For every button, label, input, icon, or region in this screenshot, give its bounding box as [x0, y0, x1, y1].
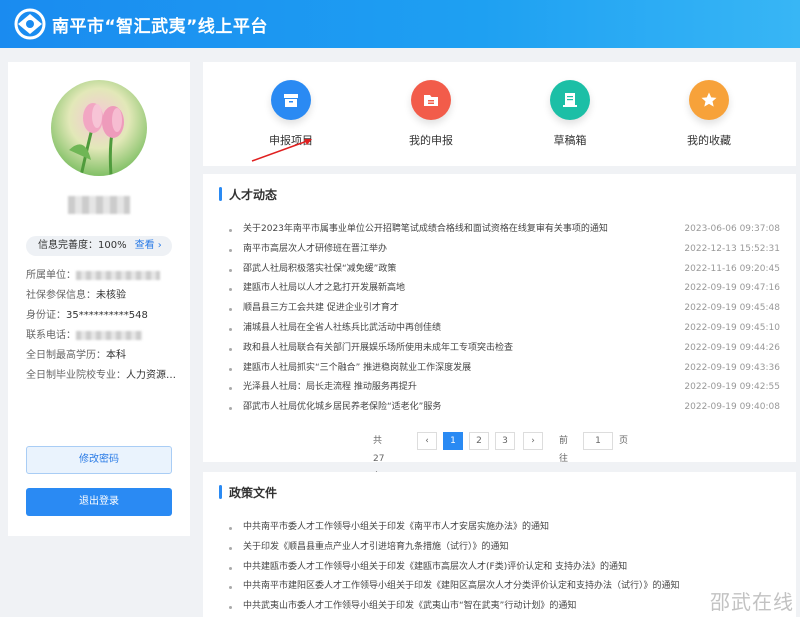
list-item[interactable]: 中共建瓯市委人才工作领导小组关于印发《建瓯市高层次人才(F类)评价认定和 支持办…: [229, 558, 780, 578]
phone-blurred: [76, 330, 142, 340]
username-blurred: [68, 196, 130, 214]
list-item[interactable]: 浦城县人社局在全省人社练兵比武活动中再创佳绩 2022-09-19 09:45:1…: [229, 319, 780, 339]
info-school-major: 全日制毕业院校专业：人力资源…: [26, 370, 176, 381]
goto-label: 前往: [559, 436, 569, 464]
view-link[interactable]: 查看 ›: [135, 240, 162, 251]
info-social-security: 社保参保信息：未核验: [26, 290, 126, 301]
drafts-icon: [550, 80, 590, 120]
watermark: 邵武在线: [710, 590, 794, 614]
goto-page-input[interactable]: 1: [583, 432, 613, 450]
list-item[interactable]: 南平市高层次人才研修班在晋江举办 2022-12-13 15:52:31: [229, 240, 780, 260]
list-item[interactable]: 光泽县人社局：局长走流程 推动服务再提升 2022-09-19 09:42:55: [229, 378, 780, 398]
list-item[interactable]: 关于印发《顺昌县重点产业人才引进培育九条措施（试行）》的通知: [229, 538, 780, 558]
list-item[interactable]: 中共南平市委人才工作领导小组关于印发《南平市人才安居实施办法》的通知: [229, 518, 780, 538]
platform-logo-icon[interactable]: [14, 8, 46, 40]
list-item[interactable]: 关于2023年南平市属事业单位公开招聘笔试成绩合格线和面试资格在线复审有关事项的…: [229, 220, 780, 240]
info-unit: 所属单位：: [26, 266, 160, 281]
info-education: 全日制最高学历：本科: [26, 350, 126, 361]
list-item[interactable]: 政和县人社局联合有关部门开展娱乐场所使用未成年工专项突击检查 2022-09-19…: [229, 339, 780, 359]
page-button-2[interactable]: 2: [469, 432, 489, 450]
policy-section-title: 政策文件: [229, 486, 278, 500]
service-favorites[interactable]: 我的收藏: [669, 80, 749, 148]
prev-page-button[interactable]: ‹: [417, 432, 437, 450]
platform-title: 南平市“智汇武夷”线上平台: [52, 17, 268, 37]
list-item[interactable]: 建瓯市人社局抓实“三个融合” 推进稳岗就业工作深度发展 2022-09-19 09…: [229, 359, 780, 379]
page-unit: 页: [619, 436, 629, 446]
info-phone: 联系电话：: [26, 326, 142, 341]
edit-password-button[interactable]: 修改密码: [26, 446, 172, 474]
page-button-3[interactable]: 3: [495, 432, 515, 450]
policy-panel: 政策文件 中共南平市委人才工作领导小组关于印发《南平市人才安居实施办法》的通知 …: [203, 472, 796, 617]
folder-icon: [411, 80, 451, 120]
list-item[interactable]: 中共南平市建阳区委人才工作领导小组关于印发《建阳区高层次人才分类评价认定和支持办…: [229, 577, 780, 597]
annotation-arrow-icon: [251, 139, 312, 162]
policy-list: 中共南平市委人才工作领导小组关于印发《南平市人才安居实施办法》的通知 关于印发《…: [229, 518, 780, 617]
talent-news-panel: 人才动态 关于2023年南平市属事业单位公开招聘笔试成绩合格线和面试资格在线复审…: [203, 174, 796, 482]
news-list: 关于2023年南平市属事业单位公开招聘笔试成绩合格线和面试资格在线复审有关事项的…: [229, 220, 780, 418]
avatar[interactable]: [51, 80, 147, 176]
next-page-button[interactable]: ›: [523, 432, 543, 450]
list-item[interactable]: 建瓯市人社局以人才之匙打开发展新高地 2022-09-19 09:47:16: [229, 279, 780, 299]
page-button-1[interactable]: 1: [443, 432, 463, 450]
star-icon: [689, 80, 729, 120]
list-item[interactable]: 顺昌县三方工会共建 促进企业引才育才 2022-09-19 09:45:48: [229, 299, 780, 319]
list-item[interactable]: 邵武市人社局优化城乡居民养老保险“适老化”服务 2022-09-19 09:40:…: [229, 398, 780, 418]
info-id-card: 身份证：35**********548: [26, 310, 148, 321]
completion-badge: 信息完善度：100% 查看 ›: [26, 236, 172, 256]
service-my-applications[interactable]: 我的申报: [391, 80, 471, 148]
completion-value: 100%: [98, 240, 127, 251]
tulip-avatar-image: [69, 103, 124, 176]
list-item[interactable]: 中共武夷山市委人才工作领导小组关于印发《武夷山市“智在武夷”行动计划》的通知: [229, 597, 780, 617]
list-item[interactable]: 邵武人社局积极落实社保“减免缓”政策 2022-11-16 09:20:45: [229, 260, 780, 280]
completion-label: 信息完善度：: [38, 240, 98, 251]
logout-button[interactable]: 退出登录: [26, 488, 172, 516]
profile-panel: 信息完善度：100% 查看 › 所属单位： 社保参保信息：未核验 身份证：35**…: [8, 62, 190, 536]
unit-blurred: [76, 270, 160, 280]
top-header: 南平市“智汇武夷”线上平台: [0, 0, 800, 48]
news-section-title: 人才动态: [229, 188, 278, 202]
archive-icon: [271, 80, 311, 120]
service-drafts[interactable]: 草稿箱: [530, 80, 610, 148]
